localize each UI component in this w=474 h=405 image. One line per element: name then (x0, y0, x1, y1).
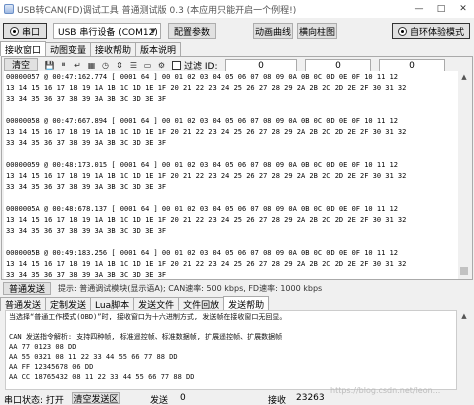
receive-line: 33 34 35 36 37 38 39 3A 3B 3C 3D 3E 3F (6, 183, 167, 191)
send-help-line: AA 55 0321 08 11 22 33 44 55 66 77 88 DD (9, 353, 178, 361)
tab-lua-script[interactable]: Lua脚本 (90, 297, 135, 311)
filter-checkbox[interactable] (172, 61, 181, 70)
receive-line: 00000059 @ 00:48:173.015 [ 0001 64 ] 00 … (6, 161, 398, 169)
hex-icon[interactable]: ▦ (86, 60, 97, 70)
list-icon[interactable]: ☰ (128, 60, 139, 70)
receive-panel: 清空 💾 ⏸ ↵ ▦ ◷ ⇕ ☰ ▭ ⚙ 过滤 ID: 0 0 0 000000… (1, 56, 473, 280)
send-help-line: AA FF 12345678 06 DD (9, 363, 94, 371)
receive-line (6, 193, 457, 204)
wrap-icon[interactable]: ↵ (72, 60, 83, 70)
tx-label: 发送 (150, 396, 169, 405)
receive-line: 13 14 15 16 17 18 19 1A 1B 1C 1D 1E 1F 2… (6, 260, 407, 268)
title-bar: USB转CAN(FD)调试工具 普通测试版 0.3 (本应用只能开启一个例程!)… (0, 0, 474, 18)
settings-icon[interactable]: ⚙ (156, 60, 167, 70)
send-help-text-area[interactable]: 当选择“普通工作模式(OBD)”时, 接收窗口为十六进制方式, 发送帧在接收窗口… (5, 310, 457, 390)
receive-line: 00000057 @ 00:47:162.774 [ 0001 64 ] 00 … (6, 73, 398, 81)
tab-receive-help[interactable]: 接收帮助 (90, 42, 137, 56)
device-select-value: USB 串行设备 (COM12) (58, 27, 158, 38)
scroll-thumb[interactable] (460, 267, 468, 275)
tab-version-notes[interactable]: 版本说明 (135, 42, 182, 56)
scroll-up-icon[interactable]: ▲ (458, 310, 470, 322)
receive-line: 13 14 15 16 17 18 19 1A 1B 1C 1D 1E 1F 2… (6, 216, 407, 224)
tab-file-playback[interactable]: 文件回放 (178, 297, 225, 311)
tab-send-help[interactable]: 发送帮助 (223, 296, 270, 311)
receive-line: 13 14 15 16 17 18 19 1A 1B 1C 1D 1E 1F 2… (6, 128, 407, 136)
chevron-down-icon: ▼ (150, 27, 156, 35)
receive-line: 33 34 35 36 37 38 39 3A 3B 3C 3D 3E 3F (6, 95, 167, 103)
port-radio-button[interactable]: 串口 (3, 23, 47, 39)
info-row: 普通发送 提示: 普通调试模块(显示语A); CAN速率: 500 kbps, … (0, 282, 474, 296)
receive-line: 33 34 35 36 37 38 39 3A 3B 3C 3D 3E 3F (6, 139, 167, 147)
bar-chart-button[interactable]: 横向柱图 (297, 23, 337, 39)
send-help-line: CAN 发送指令解析: 支持四种帧, 标准遥控帧、标准数据帧, 扩展遥控帧、扩展… (9, 333, 283, 341)
send-scrollbar[interactable]: ▲ (458, 310, 470, 390)
top-tabs: 接收窗口 动图变量 接收帮助 版本说明 (0, 41, 182, 56)
port-status: 串口状态: 打开 (4, 396, 64, 405)
close-button[interactable]: ✕ (452, 0, 474, 18)
receive-line: 00000058 @ 00:47:667.894 [ 0001 64 ] 00 … (6, 117, 398, 125)
curve-button[interactable]: 动画曲线 (253, 23, 293, 39)
loopback-radio-label: 自环体验模式 (409, 27, 464, 38)
receive-line: 13 14 15 16 17 18 19 1A 1B 1C 1D 1E 1F 2… (6, 84, 407, 92)
send-tabs: 普通发送 定制发送 Lua脚本 发送文件 文件回放 发送帮助 (0, 296, 270, 311)
screen-icon[interactable]: ▭ (142, 60, 153, 70)
time-icon[interactable]: ◷ (100, 60, 111, 70)
tab-receive-window[interactable]: 接收窗口 (0, 41, 47, 56)
receive-line: 33 34 35 36 37 38 39 3A 3B 3C 3D 3E 3F (6, 271, 167, 279)
clear-send-button[interactable]: 清空发送区 (72, 392, 120, 405)
scroll-icon[interactable]: ⇕ (114, 60, 125, 70)
send-help-line: AA 77 0123 08 DD (9, 343, 77, 351)
main-toolbar: 串口 USB 串行设备 (COM12) ▼ 配置参数 动画曲线 横向柱图 自环体… (0, 20, 474, 42)
minimize-button[interactable]: — (408, 0, 430, 18)
receive-line: 13 14 15 16 17 18 19 1A 1B 1C 1D 1E 1F 2… (6, 172, 407, 180)
port-radio-label: 串口 (21, 27, 40, 38)
save-icon[interactable]: 💾 (44, 60, 55, 70)
device-select[interactable]: USB 串行设备 (COM12) ▼ (53, 23, 161, 39)
window-title: USB转CAN(FD)调试工具 普通测试版 0.3 (本应用只能开启一个例程!) (17, 5, 297, 16)
clear-receive-button[interactable]: 清空 (4, 58, 38, 71)
receive-line: 33 34 35 36 37 38 39 3A 3B 3C 3D 3E 3F (6, 227, 167, 235)
maximize-button[interactable]: □ (430, 0, 452, 18)
tx-count: 0 (180, 393, 186, 403)
app-icon (4, 4, 14, 14)
tab-send-file[interactable]: 发送文件 (133, 297, 180, 311)
receive-line (6, 149, 457, 160)
receive-line: 0000005A @ 00:48:678.137 [ 0001 64 ] 00 … (6, 205, 398, 213)
radio-dot-icon (9, 26, 19, 36)
window-controls: — □ ✕ (408, 0, 474, 18)
rx-count: 23263 (296, 393, 325, 403)
loopback-radio-button[interactable]: 自环体验模式 (392, 23, 470, 39)
tab-custom-send[interactable]: 定制发送 (45, 297, 92, 311)
receive-line (6, 105, 457, 116)
receive-text-area[interactable]: 00000057 @ 00:47:162.774 [ 0001 64 ] 00 … (4, 71, 459, 279)
send-help-line: AA CC 18765432 08 11 22 33 44 55 66 77 8… (9, 373, 195, 381)
tab-animated-vars[interactable]: 动图变量 (45, 42, 92, 56)
normal-send-button[interactable]: 普通发送 (3, 282, 51, 295)
hint-text: 提示: 普通调试模块(显示语A); CAN速率: 500 kbps, FD速率:… (58, 284, 323, 293)
rx-label: 接收 (268, 396, 287, 405)
tab-normal-send[interactable]: 普通发送 (0, 297, 47, 311)
config-button[interactable]: 配置参数 (168, 23, 216, 39)
pause-icon[interactable]: ⏸ (58, 60, 69, 70)
send-help-line (9, 322, 453, 332)
receive-line (6, 237, 457, 248)
receive-line: 0000005B @ 00:49:183.256 [ 0001 64 ] 00 … (6, 249, 398, 257)
send-help-line: 当选择“普通工作模式(OBD)”时, 接收窗口为十六进制方式, 发送帧在接收窗口… (9, 313, 287, 321)
receive-scrollbar[interactable]: ▲ (458, 71, 470, 279)
radio-dot-icon (397, 26, 407, 36)
status-bar: 串口状态: 打开 清空发送区 发送 0 接收 23263 (0, 392, 474, 405)
scroll-up-icon[interactable]: ▲ (458, 71, 470, 83)
